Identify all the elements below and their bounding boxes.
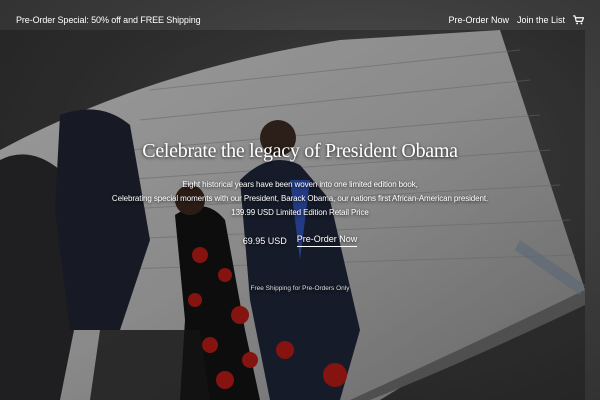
hero-description-2: Celebrating special moments with our Pre… xyxy=(111,194,489,203)
hero-title: Celebrate the legacy of President Obama xyxy=(142,140,458,162)
nav-join-link[interactable]: Join the List xyxy=(517,15,565,25)
top-nav: Pre-Order Now Join the List xyxy=(448,15,585,25)
cart-icon[interactable] xyxy=(573,15,585,25)
hero-description-1: Eight historical years have been woven i… xyxy=(182,180,418,189)
price-row: 69.95 USD Pre-Order Now xyxy=(100,234,500,247)
nav-preorder-link[interactable]: Pre-Order Now xyxy=(448,15,509,25)
hero-section: Celebrate the legacy of President Obama … xyxy=(100,138,500,292)
shipping-note: Free Shipping for Pre-Orders Only xyxy=(250,285,350,292)
top-bar: Pre-Order Special: 50% off and FREE Ship… xyxy=(0,0,600,40)
sale-price: 69.95 USD xyxy=(242,235,287,246)
promo-banner: Pre-Order Special: 50% off and FREE Ship… xyxy=(16,15,201,25)
retail-price-text: 139.99 USD Limited Edition Retail Price xyxy=(231,208,369,217)
preorder-button[interactable]: Pre-Order Now xyxy=(296,234,358,247)
